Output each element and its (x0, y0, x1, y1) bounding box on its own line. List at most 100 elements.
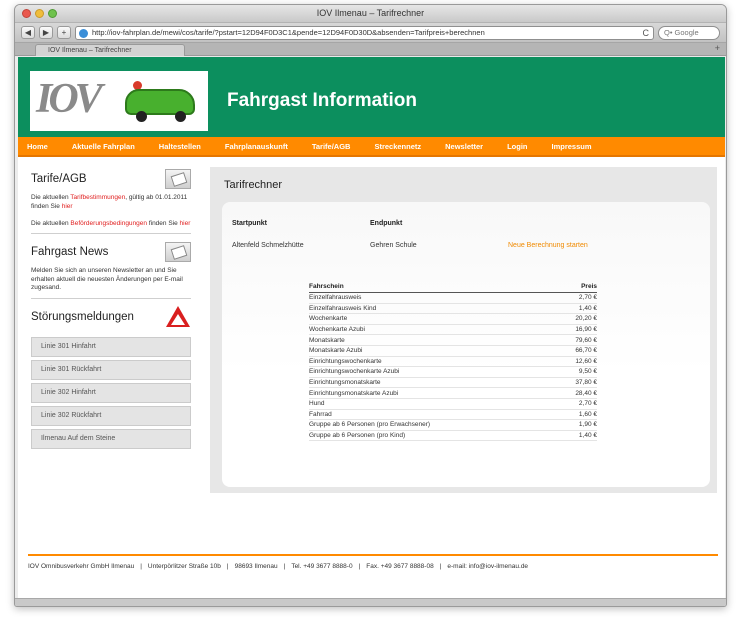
stoerung-ilmenau-auf-dem-steine[interactable]: Ilmenau Auf dem Steine (31, 428, 191, 449)
table-row: Einrichtungsmonatskarte Azubi 28,40 € (309, 387, 597, 399)
nav-tarife-agb[interactable]: Tarife/AGB (312, 142, 351, 151)
footer-separator: | (283, 563, 286, 570)
price-cell: 79,60 € (553, 334, 597, 346)
table-row: Einrichtungswochenkarte 12,60 € (309, 356, 597, 368)
nav-impressum[interactable]: Impressum (552, 142, 592, 151)
stoerungen-heading: Störungsmeldungen (31, 310, 134, 323)
document-icon (165, 169, 191, 189)
new-tab-icon[interactable]: + (715, 43, 720, 53)
price-cell: 2,70 € (553, 398, 597, 410)
tarife-text: Die aktuellen Tarifbestimmungen, gültig … (31, 194, 191, 234)
end-value: Gehren Schule (370, 242, 417, 249)
new-calculation-link[interactable]: Neue Berechnung starten (508, 242, 588, 249)
news-heading: Fahrgast News (31, 246, 109, 258)
ticket-type-cell: Einrichtungsmonatskarte Azubi (309, 387, 554, 399)
ticket-type-cell: Hund (309, 398, 554, 410)
table-row: Einrichtungsmonatskarte 37,80 € (309, 377, 597, 389)
table-row: Hund 2,70 € (309, 398, 597, 410)
back-button[interactable]: ◀ (21, 26, 35, 39)
stoerung-linie-301-hinfahrt[interactable]: Linie 301 Hinfahrt (31, 336, 191, 357)
nav-streckennetz[interactable]: Streckennetz (374, 142, 421, 151)
nav-fahrplanauskunft[interactable]: Fahrplanauskunft (225, 142, 288, 151)
price-cell: 28,40 € (553, 387, 597, 399)
table-row: Einrichtungswochenkarte Azubi 9,50 € (309, 366, 597, 378)
tarife-heading: Tarife/AGB (31, 173, 87, 185)
news-section-header: Fahrgast News (31, 240, 191, 264)
address-bar[interactable]: http://iov-fahrplan.de/mewi/cos/tarife/?… (75, 25, 654, 40)
title-bar: IOV Ilmenau – Tarifrechner (15, 5, 726, 23)
browser-tab[interactable]: IOV Ilmenau – Tarifrechner (35, 44, 185, 56)
footer-fax: Fax. +49 3677 8888-08 (366, 563, 434, 570)
wheel-icon (136, 111, 147, 122)
column-header-fahrschein: Fahrschein (309, 282, 554, 293)
footer-street: Unterpörlitzer Straße 10b (147, 563, 221, 570)
tariff-panel: Startpunkt Endpunkt Altenfeld Schmelzhüt… (222, 202, 710, 487)
price-cell: 12,60 € (553, 356, 597, 368)
ticket-type-cell: Fahrrad (309, 409, 554, 421)
table-row: Einzelfahrausweis 2,70 € (309, 292, 597, 304)
footer-separator: | (226, 563, 229, 570)
sidebar: Tarife/AGB Die aktuellen Tarifbestimmung… (31, 167, 191, 452)
table-row: Monatskarte 79,60 € (309, 334, 597, 346)
ticket-type-cell: Wochenkarte (309, 313, 554, 325)
reload-icon[interactable]: C (643, 27, 650, 39)
main-navigation: Home Aktuelle Fahrplan Haltestellen Fahr… (18, 137, 725, 157)
tab-bar: IOV Ilmenau – Tarifrechner + (15, 43, 726, 56)
search-field[interactable]: Q• Google (658, 25, 720, 40)
ticket-type-cell: Einzelfahrausweis (309, 292, 554, 304)
table-row: Monatskarte Azubi 66,70 € (309, 345, 597, 357)
stoerung-linie-302-rueckfahrt[interactable]: Linie 302 Rückfahrt (31, 405, 191, 426)
window-title: IOV Ilmenau – Tarifrechner (316, 8, 425, 18)
tarife-section-header: Tarife/AGB (31, 167, 191, 191)
ticket-type-cell: Einrichtungswochenkarte Azubi (309, 366, 554, 378)
nav-login[interactable]: Login (507, 142, 527, 151)
ticket-type-cell: Einzelfahrausweis Kind (309, 303, 554, 315)
ticket-type-cell: Gruppe ab 6 Personen (pro Erwachsener) (309, 419, 554, 431)
table-row: Gruppe ab 6 Personen (pro Kind) 1,40 € (309, 430, 597, 442)
forward-button[interactable]: ▶ (39, 26, 53, 39)
nav-newsletter[interactable]: Newsletter (445, 142, 483, 151)
logo-text: IOV (36, 76, 103, 122)
news-text: Melden Sie sich an unseren Newsletter an… (31, 267, 191, 299)
price-cell: 1,90 € (553, 419, 597, 431)
web-page: IOV Fahrgast Information Home Aktuelle F… (18, 57, 725, 598)
price-cell: 20,20 € (553, 313, 597, 325)
table-row: Wochenkarte 20,20 € (309, 313, 597, 325)
newsletter-icon[interactable] (165, 242, 191, 262)
tarifbestimmungen-link[interactable]: Tarifbestimmungen (70, 194, 125, 201)
stoerung-linie-301-rueckfahrt[interactable]: Linie 301 Rückfahrt (31, 359, 191, 380)
nav-aktuelle-fahrplan[interactable]: Aktuelle Fahrplan (72, 142, 135, 151)
site-icon (79, 28, 88, 38)
befoerderungsbedingungen-link[interactable]: Beförderungsbedingungen (70, 220, 147, 227)
start-label: Startpunkt (232, 220, 267, 227)
price-cell: 2,70 € (553, 292, 597, 304)
footer-email[interactable]: e-mail: info@iov-ilmenau.de (447, 563, 528, 570)
stoerung-linie-302-hinfahrt[interactable]: Linie 302 Hinfahrt (31, 382, 191, 403)
page-title: Tarifrechner (224, 179, 283, 191)
tarifbestimmungen-here-link[interactable]: hier (62, 203, 73, 210)
table-row: Fahrrad 1,60 € (309, 409, 597, 421)
price-cell: 1,60 € (553, 409, 597, 421)
tarife-text-part: Die aktuellen (31, 194, 71, 201)
bus-icon (125, 89, 195, 115)
table-row: Wochenkarte Azubi 16,90 € (309, 324, 597, 336)
befoerderungsbedingungen-here-link[interactable]: hier (180, 220, 191, 227)
tarife-text-part: Die aktuellen (31, 219, 71, 227)
page-viewport: IOV Fahrgast Information Home Aktuelle F… (15, 57, 726, 598)
price-cell: 16,90 € (553, 324, 597, 336)
nav-home[interactable]: Home (27, 142, 48, 151)
table-header-row: Fahrschein Preis (309, 282, 597, 293)
main-content: Tarifrechner Startpunkt Endpunkt Altenfe… (210, 167, 717, 493)
price-cell: 9,50 € (553, 366, 597, 378)
footer-city: 98693 Ilmenau (234, 563, 278, 570)
nav-haltestellen[interactable]: Haltestellen (159, 142, 201, 151)
address-text: http://iov-fahrplan.de/mewi/cos/tarife/?… (92, 27, 485, 37)
site-title: Fahrgast Information (227, 90, 418, 111)
site-header: IOV Fahrgast Information (18, 57, 725, 137)
iov-logo[interactable]: IOV (30, 71, 208, 131)
ticket-type-cell: Monatskarte Azubi (309, 345, 554, 357)
ticket-type-cell: Einrichtungswochenkarte (309, 356, 554, 368)
tarife-text-part: finden Sie (147, 219, 180, 227)
add-bookmark-button[interactable]: + (57, 26, 71, 39)
price-cell: 1,40 € (553, 430, 597, 442)
